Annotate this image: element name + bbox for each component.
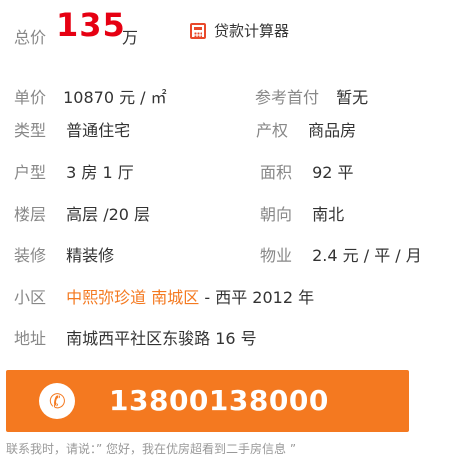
layout-value: 3 房 1 厅 xyxy=(66,163,134,182)
orientation-value: 南北 xyxy=(312,205,345,224)
property-fee-value: 2.4 元 / 平 / 月 xyxy=(312,246,422,265)
loan-calculator-button[interactable]: 贷款计算器 xyxy=(190,20,289,41)
total-price-unit: 万 xyxy=(122,28,139,47)
phone-icon: ✆ xyxy=(39,383,75,419)
detail-row-property-fee: 物业 2.4 元 / 平 / 月 xyxy=(260,242,422,266)
call-button[interactable]: ✆ 13800138000 xyxy=(6,370,409,432)
unit-price-label: 单价 xyxy=(14,88,47,107)
area-value: 92 平 xyxy=(312,163,354,182)
detail-row-community: 小区 中熙弥珍道 南城区 - 西平 2012 年 xyxy=(14,284,314,308)
type-label: 类型 xyxy=(14,121,47,140)
decoration-value: 精装修 xyxy=(66,246,115,265)
address-label: 地址 xyxy=(14,329,47,348)
detail-row-address: 地址 南城西平社区东骏路 16 号 xyxy=(14,325,257,349)
detail-row-decoration: 装修 精装修 xyxy=(14,242,114,266)
floor-value: 高层 /20 层 xyxy=(66,205,151,224)
detail-row-property-right: 产权 商品房 xyxy=(256,117,356,141)
total-price-label: 总价 xyxy=(14,28,47,47)
property-right-label: 产权 xyxy=(256,121,289,140)
community-label: 小区 xyxy=(14,288,47,307)
detail-row-area: 面积 92 平 xyxy=(260,159,354,183)
detail-row-orientation: 朝向 南北 xyxy=(260,201,344,225)
detail-row-floor: 楼层 高层 /20 层 xyxy=(14,201,150,225)
down-payment-value: 暂无 xyxy=(336,88,369,107)
community-suffix: - 西平 2012 年 xyxy=(204,288,315,307)
calculator-icon xyxy=(190,22,206,39)
type-value: 普通住宅 xyxy=(66,121,131,140)
floor-label: 楼层 xyxy=(14,205,47,224)
property-fee-label: 物业 xyxy=(260,246,293,265)
detail-row-type: 类型 普通住宅 xyxy=(14,117,130,141)
community-district-link[interactable]: 南城区 xyxy=(151,288,199,307)
detail-row-down-payment: 参考首付 暂无 xyxy=(255,84,368,108)
price-row: 总价 135 万 贷款计算器 xyxy=(14,6,464,47)
unit-price-value: 10870 元 / ㎡ xyxy=(63,88,167,107)
loan-calculator-label: 贷款计算器 xyxy=(214,22,290,40)
property-right-value: 商品房 xyxy=(308,121,357,140)
layout-label: 户型 xyxy=(14,163,47,182)
detail-row-unit-price: 单价 10870 元 / ㎡ xyxy=(14,84,167,108)
area-label: 面积 xyxy=(260,163,293,182)
phone-number: 13800138000 xyxy=(109,384,329,417)
decoration-label: 装修 xyxy=(14,246,47,265)
down-payment-label: 参考首付 xyxy=(255,88,320,107)
address-value: 南城西平社区东骏路 16 号 xyxy=(66,329,257,348)
contact-note: 联系我时，请说：” 您好，我在优房超看到二手房信息 ” xyxy=(6,442,297,456)
orientation-label: 朝向 xyxy=(260,205,293,224)
total-price-value: 135 xyxy=(56,6,126,44)
community-name-link[interactable]: 中熙弥珍道 xyxy=(66,288,146,307)
detail-row-layout: 户型 3 房 1 厅 xyxy=(14,159,134,183)
